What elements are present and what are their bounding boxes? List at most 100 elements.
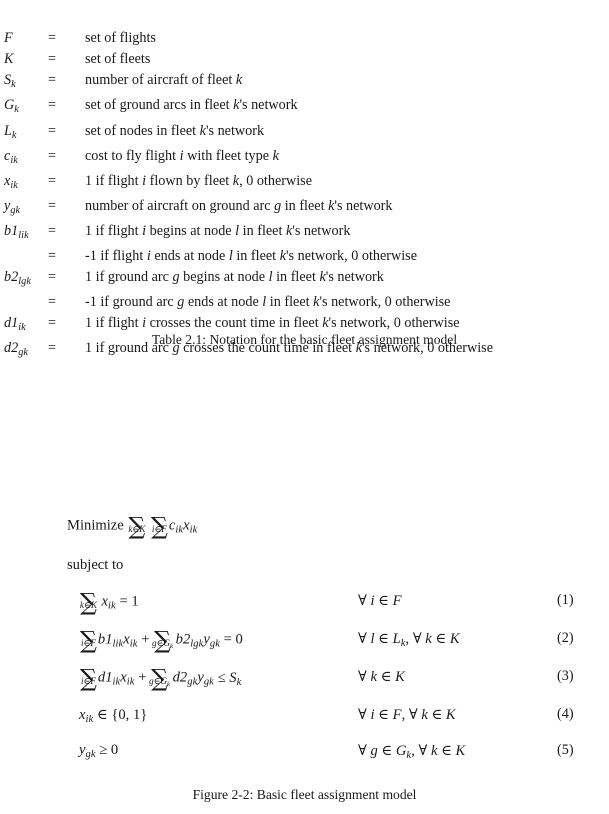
notation-table-body: F = set of flights K = set of fleets Sk …	[4, 28, 605, 363]
constraint-expression: ∑ k∈K xik = 1	[79, 590, 139, 614]
relation: = 1	[119, 593, 139, 610]
notation-description: cost to fly flight i with fleet type k	[85, 147, 279, 164]
constraint-row: xik ∈ {0, 1} ∀ i ∈ F, ∀ k ∈ K (4)	[0, 706, 609, 742]
symbol-base: b2	[4, 269, 19, 286]
term-subscript: gk	[187, 676, 198, 688]
table-row: Lk = set of nodes in fleet k's network	[4, 121, 605, 146]
notation-symbol: xik	[4, 171, 48, 196]
document-page: F = set of flights K = set of fleets Sk …	[0, 0, 609, 814]
symbol-base: K	[4, 51, 14, 68]
constraint-qualifier: ∀ l ∈ Lk, ∀ k ∈ K	[358, 631, 460, 649]
equals-sign: =	[48, 122, 57, 139]
notation-description: set of flights	[85, 30, 156, 46]
equals-sign: =	[48, 269, 57, 286]
sum-limit: g∈Gk	[151, 638, 174, 651]
symbol-subscript: gk	[10, 204, 21, 216]
subject-to-label: subject to	[67, 557, 124, 573]
constraint-qualifier: ∀ i ∈ F	[358, 593, 402, 609]
constraint-row: ygk ≥ 0 ∀ g ∈ Gk, ∀ k ∈ K (5)	[0, 742, 609, 778]
constraint-row: ∑ k∈K xik = 1 ∀ i ∈ F (1)	[0, 590, 609, 630]
constraint-qualifier: ∀ i ∈ F, ∀ k ∈ K	[358, 707, 456, 723]
relation: ≥ 0	[99, 742, 119, 758]
table-row: ygk = number of aircraft on ground arc g…	[4, 196, 605, 221]
summation-operator: ∑ i∈F	[151, 514, 168, 538]
term-subscript: gk	[209, 638, 220, 650]
equation-number: (3)	[557, 668, 574, 684]
notation-description: 1 if flight i flown by fleet k, 0 otherw…	[85, 172, 312, 189]
symbol-base: G	[4, 97, 15, 114]
objective-function: Minimize ∑ k∈K ∑ i∈F cikxik	[67, 514, 198, 538]
constraint-expression: ygk ≥ 0	[79, 742, 118, 760]
notation-symbol: Gk	[4, 95, 48, 120]
equation-number: (4)	[557, 706, 574, 722]
relation: ≤ Sk	[217, 669, 242, 688]
term-subscript: lik	[112, 638, 124, 650]
table-caption: Table 2.1: Notation for the basic fleet …	[151, 332, 458, 347]
figure-caption: Figure 2-2: Basic fleet assignment model	[192, 787, 417, 802]
symbol-subscript: ik	[10, 179, 18, 191]
term-subscript: gk	[203, 676, 214, 688]
plus-sign: +	[141, 631, 150, 648]
summation-operator: ∑ g∈Gk	[148, 666, 171, 690]
sum-limit: g∈Gk	[148, 676, 171, 689]
constraint-expression: ∑ i∈F d1ikxik + ∑ g∈Gk d2gkygk ≤ Sk	[79, 666, 242, 690]
equation-number: (1)	[557, 592, 574, 608]
sum-limit: i∈F	[80, 638, 96, 649]
table-row: K = set of fleets	[4, 49, 605, 70]
symbol-base: L	[4, 122, 12, 139]
constraint-expression: ∑ i∈F b1likxik + ∑ g∈Gk b2lgkygk = 0	[79, 628, 243, 652]
notation-description: -1 if ground arc g ends at node l in fle…	[85, 294, 451, 311]
term-subscript: ik	[129, 638, 138, 650]
term-base: b1	[97, 631, 113, 648]
notation-description: set of ground arcs in fleet k's network	[85, 97, 298, 114]
sum-limit: k∈K	[79, 600, 97, 611]
equals-sign: =	[48, 222, 57, 239]
term-base: b2	[175, 631, 191, 648]
symbol-base: F	[4, 30, 13, 46]
equals-sign: =	[48, 30, 57, 46]
equals-sign: =	[48, 72, 57, 89]
equation-number: (2)	[557, 630, 574, 646]
notation-description: number of aircraft on ground arc g in fl…	[85, 197, 393, 214]
notation-description: 1 if ground arc g begins at node l in fl…	[85, 269, 384, 286]
equation-number: (5)	[557, 742, 574, 758]
notation-symbol	[4, 246, 48, 267]
term-subscript: gk	[85, 748, 96, 760]
symbol-base: d1	[4, 315, 19, 332]
constraint-expression: xik ∈ {0, 1}	[79, 706, 147, 725]
table-row: xik = 1 if flight i flown by fleet k, 0 …	[4, 171, 605, 196]
notation-symbol: b1lik	[4, 221, 48, 246]
objective-label: Minimize	[67, 517, 124, 534]
term-subscript: ik	[189, 524, 198, 536]
summation-operator: ∑ g∈Gk	[151, 628, 174, 652]
sum-limit: i∈F	[80, 676, 96, 687]
symbol-subscript: k	[11, 79, 16, 91]
relation: = 0	[223, 631, 243, 648]
symbol-subscript: k	[14, 104, 19, 116]
equals-sign: =	[48, 172, 57, 189]
notation-symbol: F	[4, 28, 48, 49]
notation-description: -1 if flight i ends at node l in fleet k…	[85, 247, 418, 264]
summation-operator: ∑ i∈F	[80, 628, 97, 652]
notation-symbol: cik	[4, 146, 48, 171]
constraint-qualifier: ∀ g ∈ Gk, ∀ k ∈ K	[358, 743, 466, 761]
table-row: cik = cost to fly flight i with fleet ty…	[4, 146, 605, 171]
notation-description: 1 if flight i begins at node l in fleet …	[85, 222, 351, 239]
sum-limit: k∈K	[128, 524, 146, 535]
table-row: b2lgk = 1 if ground arc g begins at node…	[4, 267, 605, 292]
notation-description: set of nodes in fleet k's network	[85, 122, 265, 139]
summation-operator: ∑ i∈F	[80, 666, 97, 690]
notation-symbol: K	[4, 49, 48, 70]
summation-operator: ∑ k∈K	[128, 514, 146, 538]
notation-description: set of fleets	[85, 51, 151, 68]
equals-sign: =	[48, 197, 57, 214]
table-row: = -1 if ground arc g ends at node l in f…	[4, 292, 605, 313]
equals-sign: =	[48, 247, 57, 264]
term-subscript: ik	[85, 713, 94, 725]
notation-table: F = set of flights K = set of fleets Sk …	[4, 28, 605, 363]
notation-symbol	[4, 292, 48, 313]
notation-symbol: b2lgk	[4, 267, 48, 292]
notation-description: number of aircraft of fleet k	[85, 72, 243, 89]
symbol-subscript: lgk	[18, 275, 31, 287]
symbol-subscript: k	[11, 129, 17, 141]
